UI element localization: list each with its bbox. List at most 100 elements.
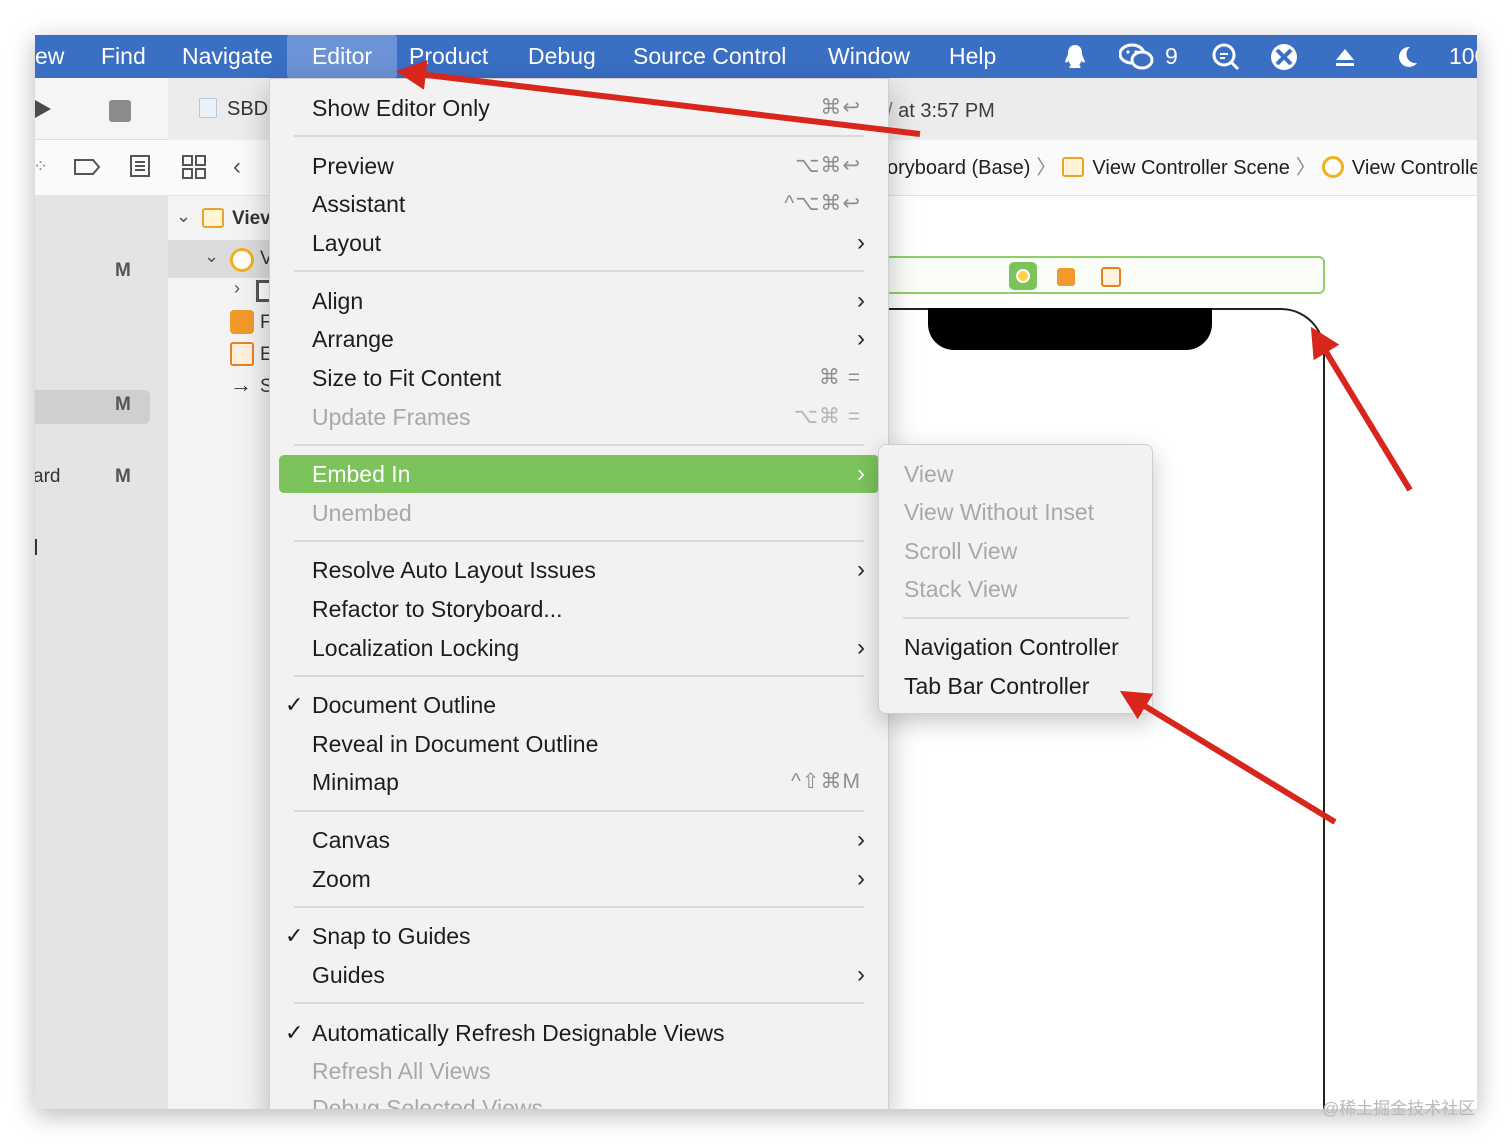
submenu-chevron-icon: ›: [857, 556, 865, 583]
menu-item-show-editor-only[interactable]: Show Editor Only ⌘↩: [279, 89, 879, 127]
view-controller-icon: [230, 248, 254, 272]
disclosure-open-icon[interactable]: ⌄: [176, 206, 191, 227]
menu-separator: [903, 617, 1129, 619]
menu-find[interactable]: Find: [89, 35, 158, 78]
submenu-chevron-icon: ›: [857, 826, 865, 853]
menu-item-guides[interactable]: Guides ›: [279, 956, 879, 994]
breadcrumb-storyboard[interactable]: oryboard (Base): [887, 157, 1030, 179]
qq-icon[interactable]: [1060, 35, 1090, 78]
submenu-item-view: View: [904, 461, 954, 487]
menu-item-label: Refresh All Views: [312, 1058, 491, 1084]
first-responder-icon: [230, 310, 254, 334]
menu-item-label: Layout: [312, 230, 382, 256]
first-responder-dock-icon[interactable]: [1057, 268, 1075, 286]
disclosure-open-icon[interactable]: ⌄: [204, 246, 219, 267]
menu-window[interactable]: Window: [816, 35, 922, 78]
filter-icon[interactable]: ⁘: [35, 156, 48, 177]
breadcrumb: oryboard (Base) 〉 View Controller Scene 〉 Vi…: [887, 140, 1477, 196]
menu-item-zoom[interactable]: Zoom ›: [279, 860, 879, 898]
menu-item-label: Reveal in Document Outline: [312, 731, 599, 757]
menu-navigate[interactable]: Navigate: [170, 35, 285, 78]
moon-icon[interactable]: [1393, 35, 1421, 78]
menu-item-refresh-all: Refresh All Views: [279, 1052, 879, 1090]
menu-item-label: Document Outline: [312, 692, 497, 718]
scene-dock[interactable]: [883, 256, 1325, 294]
spotlight-chat-icon[interactable]: [1209, 35, 1243, 78]
menu-separator: [294, 540, 864, 542]
file-tab-label: SBD: [227, 98, 269, 120]
cursor-marker: [35, 539, 37, 555]
modified-badge: M: [115, 394, 131, 415]
exit-icon: [230, 342, 254, 366]
menu-help[interactable]: Help: [937, 35, 1008, 78]
menu-debug[interactable]: Debug: [516, 35, 608, 78]
entry-arrow-icon: →: [230, 372, 252, 397]
shortcut: ⌥⌘ =: [793, 405, 861, 428]
wechat-icon[interactable]: [1117, 35, 1157, 78]
tag-icon[interactable]: [73, 157, 101, 182]
menu-separator: [294, 270, 864, 272]
submenu-item-stack-view: Stack View: [904, 576, 1018, 602]
view-controller-dock-icon[interactable]: [1009, 262, 1037, 290]
menu-item-label: Arrange: [312, 326, 394, 352]
exit-dock-icon[interactable]: [1101, 267, 1121, 287]
breadcrumb-controller[interactable]: View Controlle: [1352, 157, 1477, 179]
menu-item-label: Unembed: [312, 500, 412, 526]
menu-item-label: Debug Selected Views: [312, 1095, 543, 1109]
run-icon[interactable]: [35, 98, 53, 125]
submenu-item-navigation-controller[interactable]: Navigation Controller: [885, 628, 1147, 666]
tool-icon[interactable]: [1267, 35, 1301, 78]
list-icon[interactable]: [129, 154, 151, 183]
menu-item-document-outline[interactable]: ✓ Document Outline: [279, 686, 879, 724]
menu-separator: [294, 135, 864, 137]
menu-item-align[interactable]: Align ›: [279, 282, 879, 320]
submenu-chevron-icon: ›: [857, 229, 865, 256]
menu-item-assistant[interactable]: Assistant ^⌥⌘↩: [279, 185, 879, 223]
menu-separator: [294, 906, 864, 908]
stop-icon[interactable]: [109, 100, 131, 122]
eject-icon[interactable]: [1331, 35, 1359, 78]
related-items-icon[interactable]: [181, 154, 207, 185]
menu-item-label: Zoom: [312, 866, 371, 892]
submenu-item-tab-bar-controller[interactable]: Tab Bar Controller: [885, 667, 1147, 705]
menu-item-label: Minimap: [312, 769, 399, 795]
submenu-chevron-icon: ›: [857, 325, 865, 352]
selected-file-row[interactable]: [35, 390, 150, 424]
back-chevron-icon[interactable]: ‹: [233, 153, 241, 181]
menu-item-size-to-fit[interactable]: Size to Fit Content ⌘ =: [279, 359, 879, 397]
menu-product[interactable]: Product: [397, 35, 500, 78]
menu-item-auto-refresh[interactable]: ✓ Automatically Refresh Designable Views: [279, 1014, 879, 1052]
shortcut: ^⇧⌘M: [791, 770, 861, 793]
menu-item-update-frames: Update Frames ⌥⌘ =: [279, 398, 879, 436]
file-tab[interactable]: SBD: [199, 98, 268, 121]
submenu-chevron-icon: ›: [857, 865, 865, 892]
menu-item-minimap[interactable]: Minimap ^⇧⌘M: [279, 763, 879, 801]
menu-item-label: Guides: [312, 962, 385, 988]
menu-item-refactor[interactable]: Refactor to Storyboard...: [279, 590, 879, 628]
disclosure-closed-icon[interactable]: ›: [234, 278, 240, 299]
menu-editor[interactable]: Editor: [287, 35, 397, 78]
menu-item-snap-to-guides[interactable]: ✓ Snap to Guides: [279, 917, 879, 955]
modified-badge: M: [115, 466, 131, 487]
breadcrumb-scene[interactable]: View Controller Scene: [1092, 157, 1290, 179]
menu-source-control[interactable]: Source Control: [621, 35, 798, 78]
scene-icon: [1062, 157, 1085, 177]
menu-item-label: Automatically Refresh Designable Views: [312, 1020, 725, 1046]
menu-item-arrange[interactable]: Arrange ›: [279, 320, 879, 358]
menu-item-embed-in[interactable]: Embed In ›: [279, 455, 879, 493]
menu-item-localization-locking[interactable]: Localization Locking ›: [279, 629, 879, 667]
menu-item-label: Snap to Guides: [312, 923, 471, 949]
file-name-partial[interactable]: ard: [35, 466, 60, 488]
menu-item-canvas[interactable]: Canvas ›: [279, 821, 879, 859]
submenu-item-view-without-inset: View Without Inset: [904, 499, 1095, 525]
menu-item-layout[interactable]: Layout ›: [279, 224, 879, 262]
submenu-chevron-icon: ›: [857, 460, 865, 487]
menu-item-label: Size to Fit Content: [312, 365, 502, 391]
menu-item-reveal-outline[interactable]: Reveal in Document Outline: [279, 725, 879, 763]
menu-item-debug-selected: Debug Selected Views: [279, 1089, 879, 1109]
menu-item-label: Update Frames: [312, 404, 471, 430]
menu-item-preview[interactable]: Preview ⌥⌘↩: [279, 147, 879, 185]
menu-item-resolve-auto-layout[interactable]: Resolve Auto Layout Issues ›: [279, 551, 879, 589]
outline-scene[interactable]: Viev: [232, 208, 271, 230]
menu-view[interactable]: ew: [35, 35, 76, 78]
